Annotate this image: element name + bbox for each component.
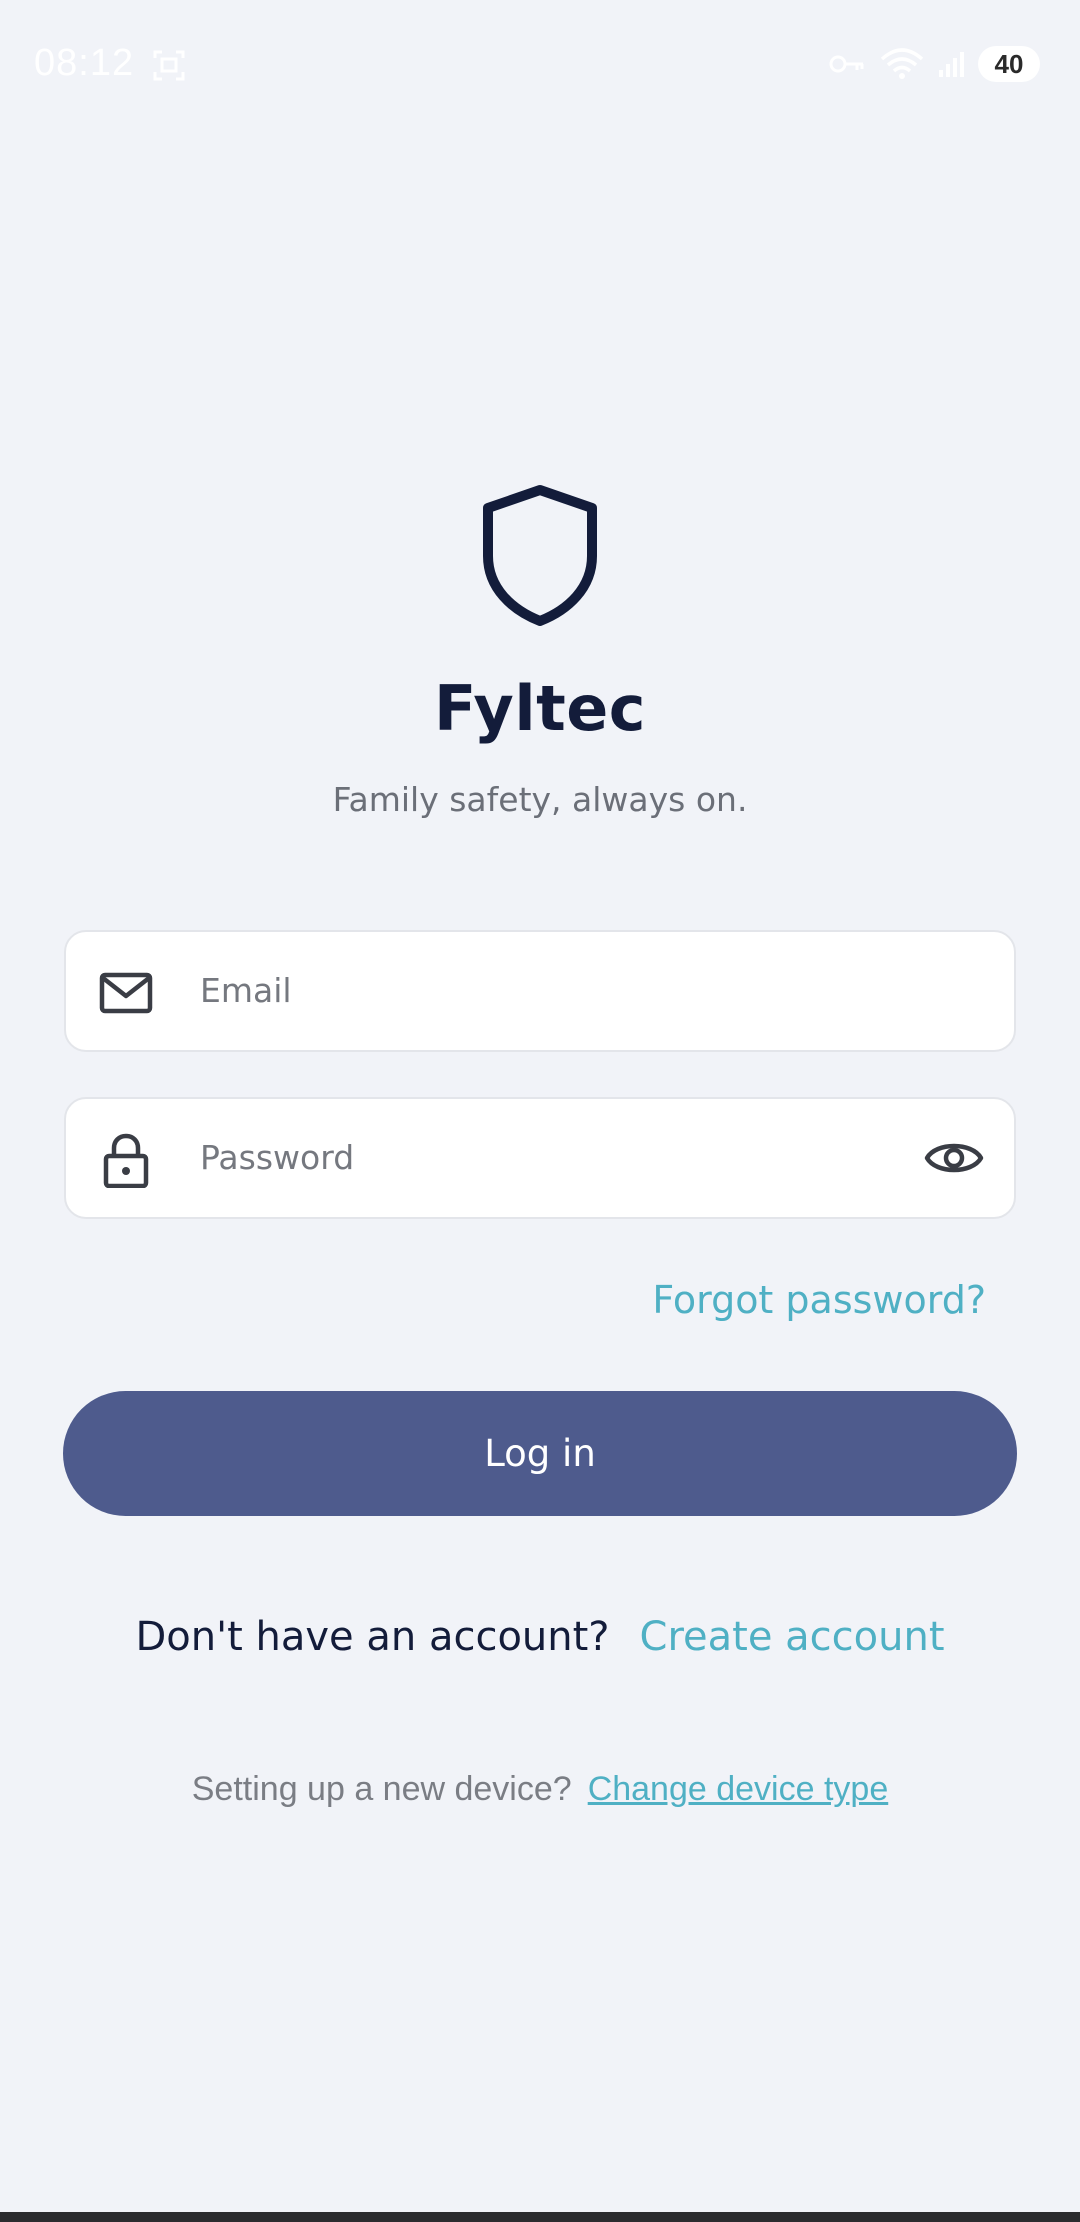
lock-icon [103, 1133, 149, 1188]
signal-icon [939, 52, 964, 77]
email-input[interactable]: Email [200, 932, 292, 1050]
signup-row: Don't have an account? Create account [0, 1614, 1080, 1660]
app-title: Fyltec [433, 672, 647, 745]
eye-icon[interactable] [924, 1136, 984, 1180]
login-button[interactable]: Log in [63, 1391, 1017, 1516]
device-row: Setting up a new device? Change device t… [0, 1770, 1080, 1809]
signup-prompt: Don't have an account? [135, 1614, 610, 1660]
email-field[interactable]: Email [64, 930, 1016, 1052]
status-bar: 08:12 40 [0, 0, 1080, 130]
vpn-key-icon [829, 55, 864, 73]
navigation-bar [0, 2212, 1080, 2222]
screenshot-icon [153, 50, 185, 81]
status-time: 08:12 [34, 42, 135, 84]
wifi-icon [880, 48, 924, 79]
password-input[interactable]: Password [200, 1099, 354, 1217]
create-account-link[interactable]: Create account [640, 1614, 945, 1660]
mail-icon [99, 972, 153, 1014]
shield-icon [483, 485, 597, 626]
app-tagline: Family safety, always on. [332, 780, 748, 819]
forgot-password-link[interactable]: Forgot password? [652, 1278, 986, 1322]
status-icons: 40 [828, 46, 1040, 82]
battery-indicator: 40 [978, 46, 1040, 82]
password-field[interactable]: Password [64, 1097, 1016, 1219]
change-device-type-link[interactable]: Change device type [588, 1770, 889, 1809]
device-prompt: Setting up a new device? [191, 1770, 572, 1808]
